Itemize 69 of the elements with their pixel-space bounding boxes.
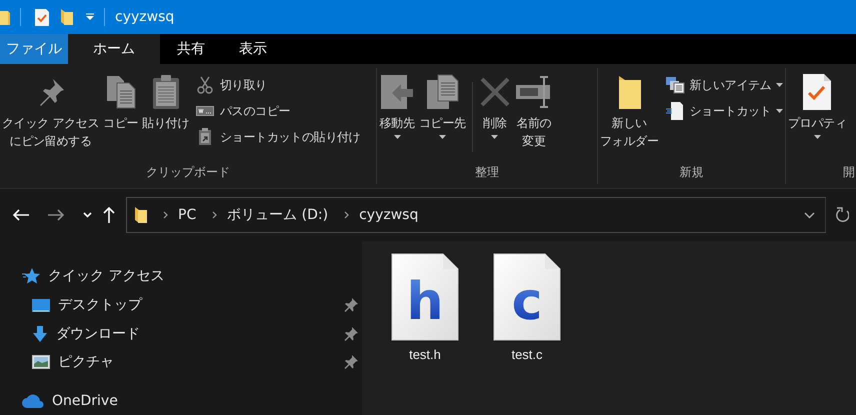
cloud-icon: [22, 394, 44, 408]
dropdown-icon: [86, 13, 94, 21]
document-icon: [392, 254, 458, 340]
ribbon-button[interactable]: プロパティ: [786, 68, 849, 139]
chevron-down-icon: [82, 212, 92, 218]
breadcrumb-item[interactable]: ボリューム (D:): [227, 206, 328, 224]
file-type-letter: c: [512, 272, 542, 332]
chevron-right-icon: [344, 211, 350, 219]
chevron-right-icon: [163, 211, 168, 219]
download-icon: [32, 326, 48, 342]
file-item[interactable]: c test.c: [487, 253, 567, 362]
picture-icon: [32, 355, 50, 370]
ribbon-button[interactable]: クイック アクセス にピン留めする: [0, 68, 102, 150]
ribbon-button[interactable]: ショートカット: [664, 99, 786, 123]
copy-icon: [104, 75, 137, 109]
scissors-icon: [197, 76, 214, 94]
delete-icon: [478, 76, 511, 108]
desktop-icon: [32, 298, 50, 312]
folder-icon: [0, 9, 10, 25]
navigation-item[interactable]: OneDrive: [0, 386, 362, 415]
forward-arrow-icon: [48, 209, 64, 221]
ribbon-button[interactable]: コピー先: [417, 68, 468, 139]
ribbon-button[interactable]: 削除: [476, 68, 513, 139]
navigation-item[interactable]: ピクチャ: [0, 348, 362, 377]
group-label: 開: [843, 164, 855, 180]
chevron-down-icon: [804, 212, 814, 218]
file-item[interactable]: h test.h: [385, 253, 465, 362]
chevron-right-icon: [212, 211, 218, 219]
new-item-icon: [664, 76, 685, 94]
rename-icon: [514, 74, 553, 110]
move-icon: [379, 74, 415, 110]
star-icon: [22, 268, 40, 284]
group-label: クリップボード: [146, 164, 230, 180]
path-icon: [196, 105, 214, 117]
document-icon: [494, 254, 560, 340]
ribbon-button[interactable]: 切り取り: [195, 73, 362, 97]
properties-icon: [801, 73, 834, 111]
copy-to-icon: [424, 74, 460, 110]
shortcut-icon: [666, 101, 684, 121]
ribbon-tab[interactable]: ホーム: [68, 34, 160, 64]
group-label: 新規: [680, 164, 704, 180]
navigation-item[interactable]: クイック アクセス: [0, 262, 362, 291]
ribbon-button[interactable]: ショートカットの貼り付け: [195, 125, 362, 149]
address-bar[interactable]: PC ボリューム (D:) cyyzwsq: [126, 197, 826, 233]
ribbon-button[interactable]: 新しい フォルダー: [598, 68, 661, 150]
breadcrumb-item[interactable]: PC: [178, 207, 196, 223]
up-arrow-icon: [103, 207, 115, 223]
navigation-item[interactable]: デスクトップ: [0, 290, 362, 320]
breadcrumb-item[interactable]: cyyzwsq: [359, 207, 418, 223]
ribbon-button[interactable]: 移動先: [377, 68, 417, 139]
ribbon-button[interactable]: 新しいアイテム: [664, 73, 786, 97]
navigation-item[interactable]: ダウンロード: [0, 319, 362, 348]
folder-icon: [61, 9, 73, 25]
back-arrow-icon: [13, 209, 29, 221]
clipboard-icon: [150, 74, 181, 110]
folder-icon: [135, 207, 147, 223]
ribbon-button[interactable]: コピー: [101, 68, 140, 132]
ribbon-button[interactable]: 名前の 変更: [512, 68, 555, 150]
checklist-icon: [35, 8, 49, 26]
paste-shortcut-icon: [198, 128, 212, 146]
refresh-icon: [836, 207, 849, 223]
ribbon-tab[interactable]: 表示: [222, 34, 284, 64]
file-type-letter: h: [406, 272, 444, 332]
window-title: cyyzwsq: [115, 9, 174, 25]
ribbon-tab[interactable]: 共有: [160, 34, 222, 64]
file-menu-tab[interactable]: ファイル: [0, 34, 68, 64]
ribbon-button[interactable]: 貼り付け: [140, 68, 192, 132]
ribbon-button[interactable]: パスのコピー: [195, 99, 362, 123]
group-label: 整理: [475, 164, 499, 180]
